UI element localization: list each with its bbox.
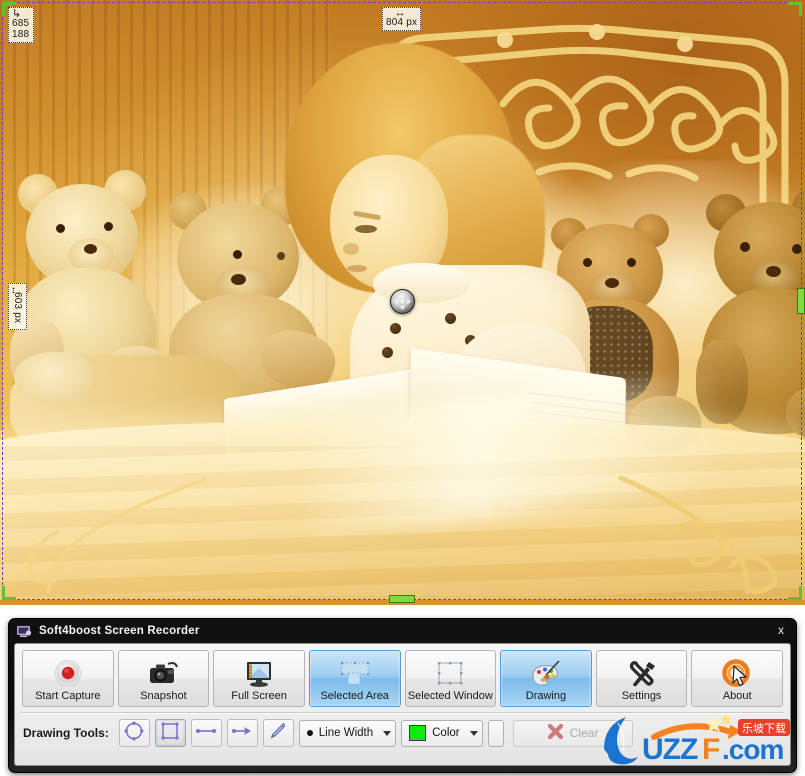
pencil-tool-icon bbox=[268, 721, 288, 746]
color-extra-dropdown[interactable] bbox=[488, 720, 504, 747]
start-capture-label: Start Capture bbox=[35, 690, 100, 702]
color-swatch bbox=[409, 725, 426, 741]
clear-button[interactable]: Clear bbox=[513, 720, 633, 747]
drawing-tools-row: Drawing Tools: bbox=[15, 713, 790, 754]
girl-foot bbox=[14, 352, 92, 404]
vertical-arrow-icon: ↕ bbox=[11, 286, 16, 295]
color-label: Color bbox=[432, 727, 459, 739]
arrow-tool-icon bbox=[231, 721, 253, 746]
girl-lips bbox=[347, 265, 367, 272]
position-badge: ↳ 685 188 bbox=[8, 7, 34, 43]
start-capture-button[interactable]: Start Capture bbox=[22, 650, 114, 707]
chevron-down-icon bbox=[470, 731, 478, 736]
line-tool-button[interactable] bbox=[191, 719, 222, 747]
screen-recorder-window: Soft4boost Screen Recorder x bbox=[8, 618, 797, 773]
settings-button[interactable]: Settings bbox=[596, 650, 688, 707]
selected-area-label: Selected Area bbox=[320, 690, 389, 702]
rectangle-tool-icon bbox=[160, 721, 180, 746]
close-icon[interactable]: x bbox=[773, 622, 789, 638]
drawing-button[interactable]: Drawing bbox=[500, 650, 592, 707]
height-badge: ↕ 603 px bbox=[8, 283, 27, 330]
window-title: Soft4boost Screen Recorder bbox=[39, 625, 200, 637]
snapshot-button[interactable]: Snapshot bbox=[118, 650, 210, 707]
screen-recorder-icon bbox=[17, 625, 32, 638]
snapshot-label: Snapshot bbox=[140, 690, 186, 702]
color-dropdown[interactable]: Color bbox=[401, 720, 482, 747]
about-button[interactable]: About bbox=[691, 650, 783, 707]
selected-area-icon bbox=[338, 659, 372, 689]
move-corner-icon: ↳ bbox=[12, 9, 21, 19]
line-tool-icon bbox=[195, 721, 217, 746]
width-badge: ↔ 804 px bbox=[382, 7, 421, 31]
line-width-label: Line Width bbox=[319, 727, 373, 739]
chevron-down-icon bbox=[383, 731, 391, 736]
monitor-icon bbox=[242, 659, 276, 689]
full-screen-button[interactable]: Full Screen bbox=[213, 650, 305, 707]
selected-area-button[interactable]: Selected Area bbox=[309, 650, 401, 707]
bed-frame-scroll bbox=[611, 468, 801, 598]
drawing-tools-label: Drawing Tools: bbox=[23, 726, 109, 740]
selected-window-icon bbox=[433, 659, 467, 689]
line-width-dropdown[interactable]: Line Width bbox=[299, 720, 396, 747]
record-dot-icon bbox=[51, 659, 85, 689]
ellipse-tool-button[interactable] bbox=[119, 719, 150, 747]
red-x-icon bbox=[547, 723, 564, 743]
capture-area[interactable]: ↳ 685 188 ↔ 804 px ↕ 603 px bbox=[0, 0, 805, 605]
dot-icon bbox=[307, 730, 313, 736]
selected-window-label: Selected Window bbox=[408, 690, 493, 702]
camera-icon bbox=[146, 659, 180, 689]
app-root: ↳ 685 188 ↔ 804 px ↕ 603 px bbox=[0, 0, 805, 776]
drawing-label: Drawing bbox=[526, 690, 566, 702]
girl-collar bbox=[373, 263, 469, 303]
ellipse-tool-icon bbox=[124, 721, 144, 746]
dress-button bbox=[390, 323, 401, 334]
bed-frame-scroll-left bbox=[4, 476, 224, 596]
palette-brush-icon bbox=[529, 659, 563, 689]
wrench-hammer-icon bbox=[625, 659, 659, 689]
mode-button-row: Start Capture Snap bbox=[15, 644, 790, 712]
settings-label: Settings bbox=[622, 690, 662, 702]
horizontal-arrow-icon: ↔ bbox=[395, 8, 406, 18]
arrow-tool-button[interactable] bbox=[227, 719, 258, 747]
clear-label: Clear bbox=[570, 726, 599, 740]
dress-button bbox=[445, 313, 456, 324]
window-client-area: Start Capture Snap bbox=[14, 643, 791, 766]
girl-nose bbox=[343, 243, 359, 255]
move-arrows-glyph bbox=[393, 292, 412, 311]
pencil-tool-button[interactable] bbox=[263, 719, 294, 747]
about-label: About bbox=[723, 690, 752, 702]
about-cursor-icon bbox=[720, 659, 754, 689]
position-y: 188 bbox=[12, 29, 30, 40]
window-titlebar[interactable]: Soft4boost Screen Recorder x bbox=[9, 619, 796, 643]
rectangle-tool-button[interactable] bbox=[155, 719, 186, 747]
girl-eye bbox=[355, 225, 377, 233]
selected-window-button[interactable]: Selected Window bbox=[405, 650, 497, 707]
full-screen-label: Full Screen bbox=[231, 690, 287, 702]
height-value: 603 px bbox=[12, 292, 23, 323]
move-crosshair-icon[interactable] bbox=[390, 289, 415, 314]
